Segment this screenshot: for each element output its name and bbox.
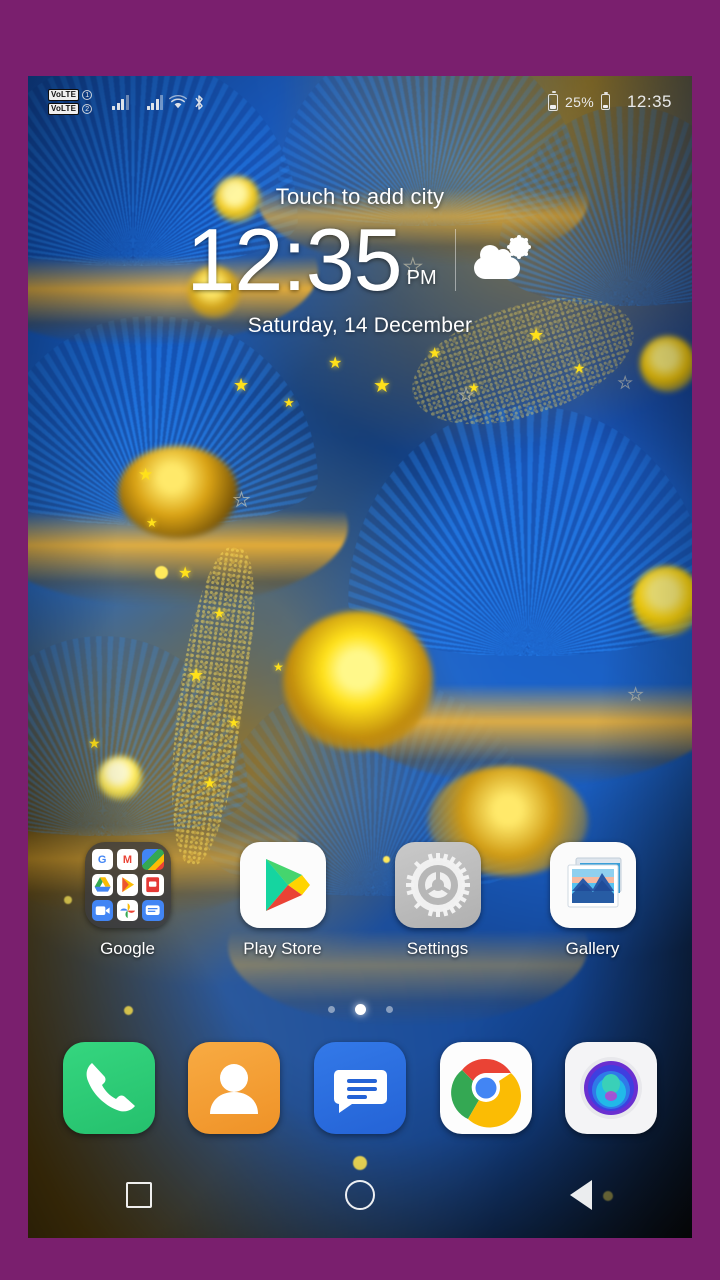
photo-stack-icon	[567, 857, 621, 908]
play-triangle-icon	[265, 859, 310, 911]
recents-button[interactable]	[104, 1170, 174, 1220]
app-label: Google	[100, 939, 155, 958]
camera-lens-icon	[580, 1057, 643, 1119]
battery-outline-icon	[548, 91, 559, 111]
status-bar-left: VoLTE 1 VoLTE 2	[48, 89, 205, 115]
app-label: Settings	[406, 939, 469, 958]
app-google-folder[interactable]: G M Google	[66, 842, 190, 959]
mini-icon-google: G	[91, 849, 113, 871]
volte-sim2: VoLTE 2	[48, 103, 93, 115]
bluetooth-icon	[195, 94, 203, 110]
play-store-icon[interactable]	[239, 842, 326, 928]
mini-icon-play-games	[116, 874, 139, 896]
app-label: Play Store	[243, 939, 322, 958]
sim-number: 2	[82, 104, 93, 114]
google-g-glyph: G	[97, 853, 107, 866]
page-indicator[interactable]	[28, 1004, 692, 1015]
app-label: Gallery	[565, 939, 620, 958]
gear-icon	[405, 853, 470, 917]
mini-icon-duo	[91, 899, 113, 921]
back-button[interactable]	[546, 1170, 616, 1220]
cloud-icon	[473, 245, 520, 279]
app-settings[interactable]: Settings	[376, 842, 500, 959]
mini-icon-maps	[142, 849, 164, 871]
mini-icon-photos	[116, 899, 139, 921]
folder-contents: G M	[91, 849, 164, 921]
volte-badge: VoLTE	[48, 103, 80, 115]
sun-icon	[508, 237, 529, 257]
home-button[interactable]	[325, 1170, 395, 1220]
volte-sim1: VoLTE 1	[48, 89, 93, 101]
mini-icon-gmail: M	[116, 849, 139, 871]
phone-handset-icon	[86, 1063, 135, 1112]
signal-bars-sim1-icon	[112, 94, 129, 110]
triangle-back-icon	[570, 1180, 593, 1210]
sim-number: 1	[82, 90, 93, 100]
message-bubble-icon	[333, 1070, 387, 1113]
widget-divider	[454, 229, 456, 291]
page-dot[interactable]	[385, 1006, 393, 1013]
phone-screen: ★ ★ ★ ★ ★ ★ ★ ★ ★ ★ ★ ★ ★ ★ ★ ★ ★ ★ ★ ★ …	[28, 76, 692, 1238]
dock	[28, 1042, 692, 1134]
mini-icon-drive	[91, 874, 113, 896]
page-dot-active[interactable]	[354, 1004, 366, 1015]
partly-cloudy-icon	[472, 233, 534, 287]
volte-indicators: VoLTE 1 VoLTE 2	[48, 89, 93, 115]
clock-weather-widget[interactable]: Touch to add city 12:35 PM Saturday, 14 …	[28, 184, 692, 338]
mini-icon-messages	[142, 899, 164, 921]
status-bar-right: 25% 12:35	[548, 91, 672, 112]
square-icon	[125, 1182, 152, 1208]
wifi-icon	[169, 94, 188, 108]
status-bar-clock: 12:35	[626, 92, 672, 111]
google-folder-icon[interactable]: G M	[84, 842, 171, 928]
status-bar[interactable]: VoLTE 1 VoLTE 2 25% 12:35	[28, 76, 692, 128]
volte-badge: VoLTE	[48, 89, 80, 101]
widget-time: 12:35	[186, 210, 402, 309]
contacts-icon[interactable]	[188, 1042, 281, 1134]
add-city-prompt[interactable]: Touch to add city	[28, 184, 692, 210]
time-row: 12:35 PM	[28, 212, 692, 308]
chrome-icon[interactable]	[439, 1042, 532, 1134]
chrome-logo-icon	[450, 1058, 521, 1128]
mini-icon-slides	[142, 874, 164, 896]
battery-percent: 25%	[565, 94, 594, 110]
app-play-store[interactable]: Play Store	[221, 842, 345, 959]
circle-icon	[344, 1180, 375, 1210]
navigation-bar	[28, 1152, 692, 1238]
phone-icon[interactable]	[62, 1042, 155, 1134]
signal-bars-sim2-icon	[146, 94, 164, 110]
app-gallery[interactable]: Gallery	[531, 842, 655, 959]
person-icon	[210, 1064, 259, 1114]
page-dot[interactable]	[327, 1006, 335, 1013]
gallery-icon[interactable]	[549, 842, 636, 928]
widget-ampm: PM	[406, 267, 437, 289]
battery-icon	[600, 91, 610, 110]
app-grid: G M Google Play Store Settings Gallery	[28, 842, 692, 959]
messages-icon[interactable]	[313, 1042, 406, 1134]
camera-icon[interactable]	[565, 1042, 658, 1134]
settings-gear-icon[interactable]	[394, 842, 481, 928]
gmail-m-glyph: M	[122, 853, 133, 866]
widget-date: Saturday, 14 December	[247, 314, 473, 337]
